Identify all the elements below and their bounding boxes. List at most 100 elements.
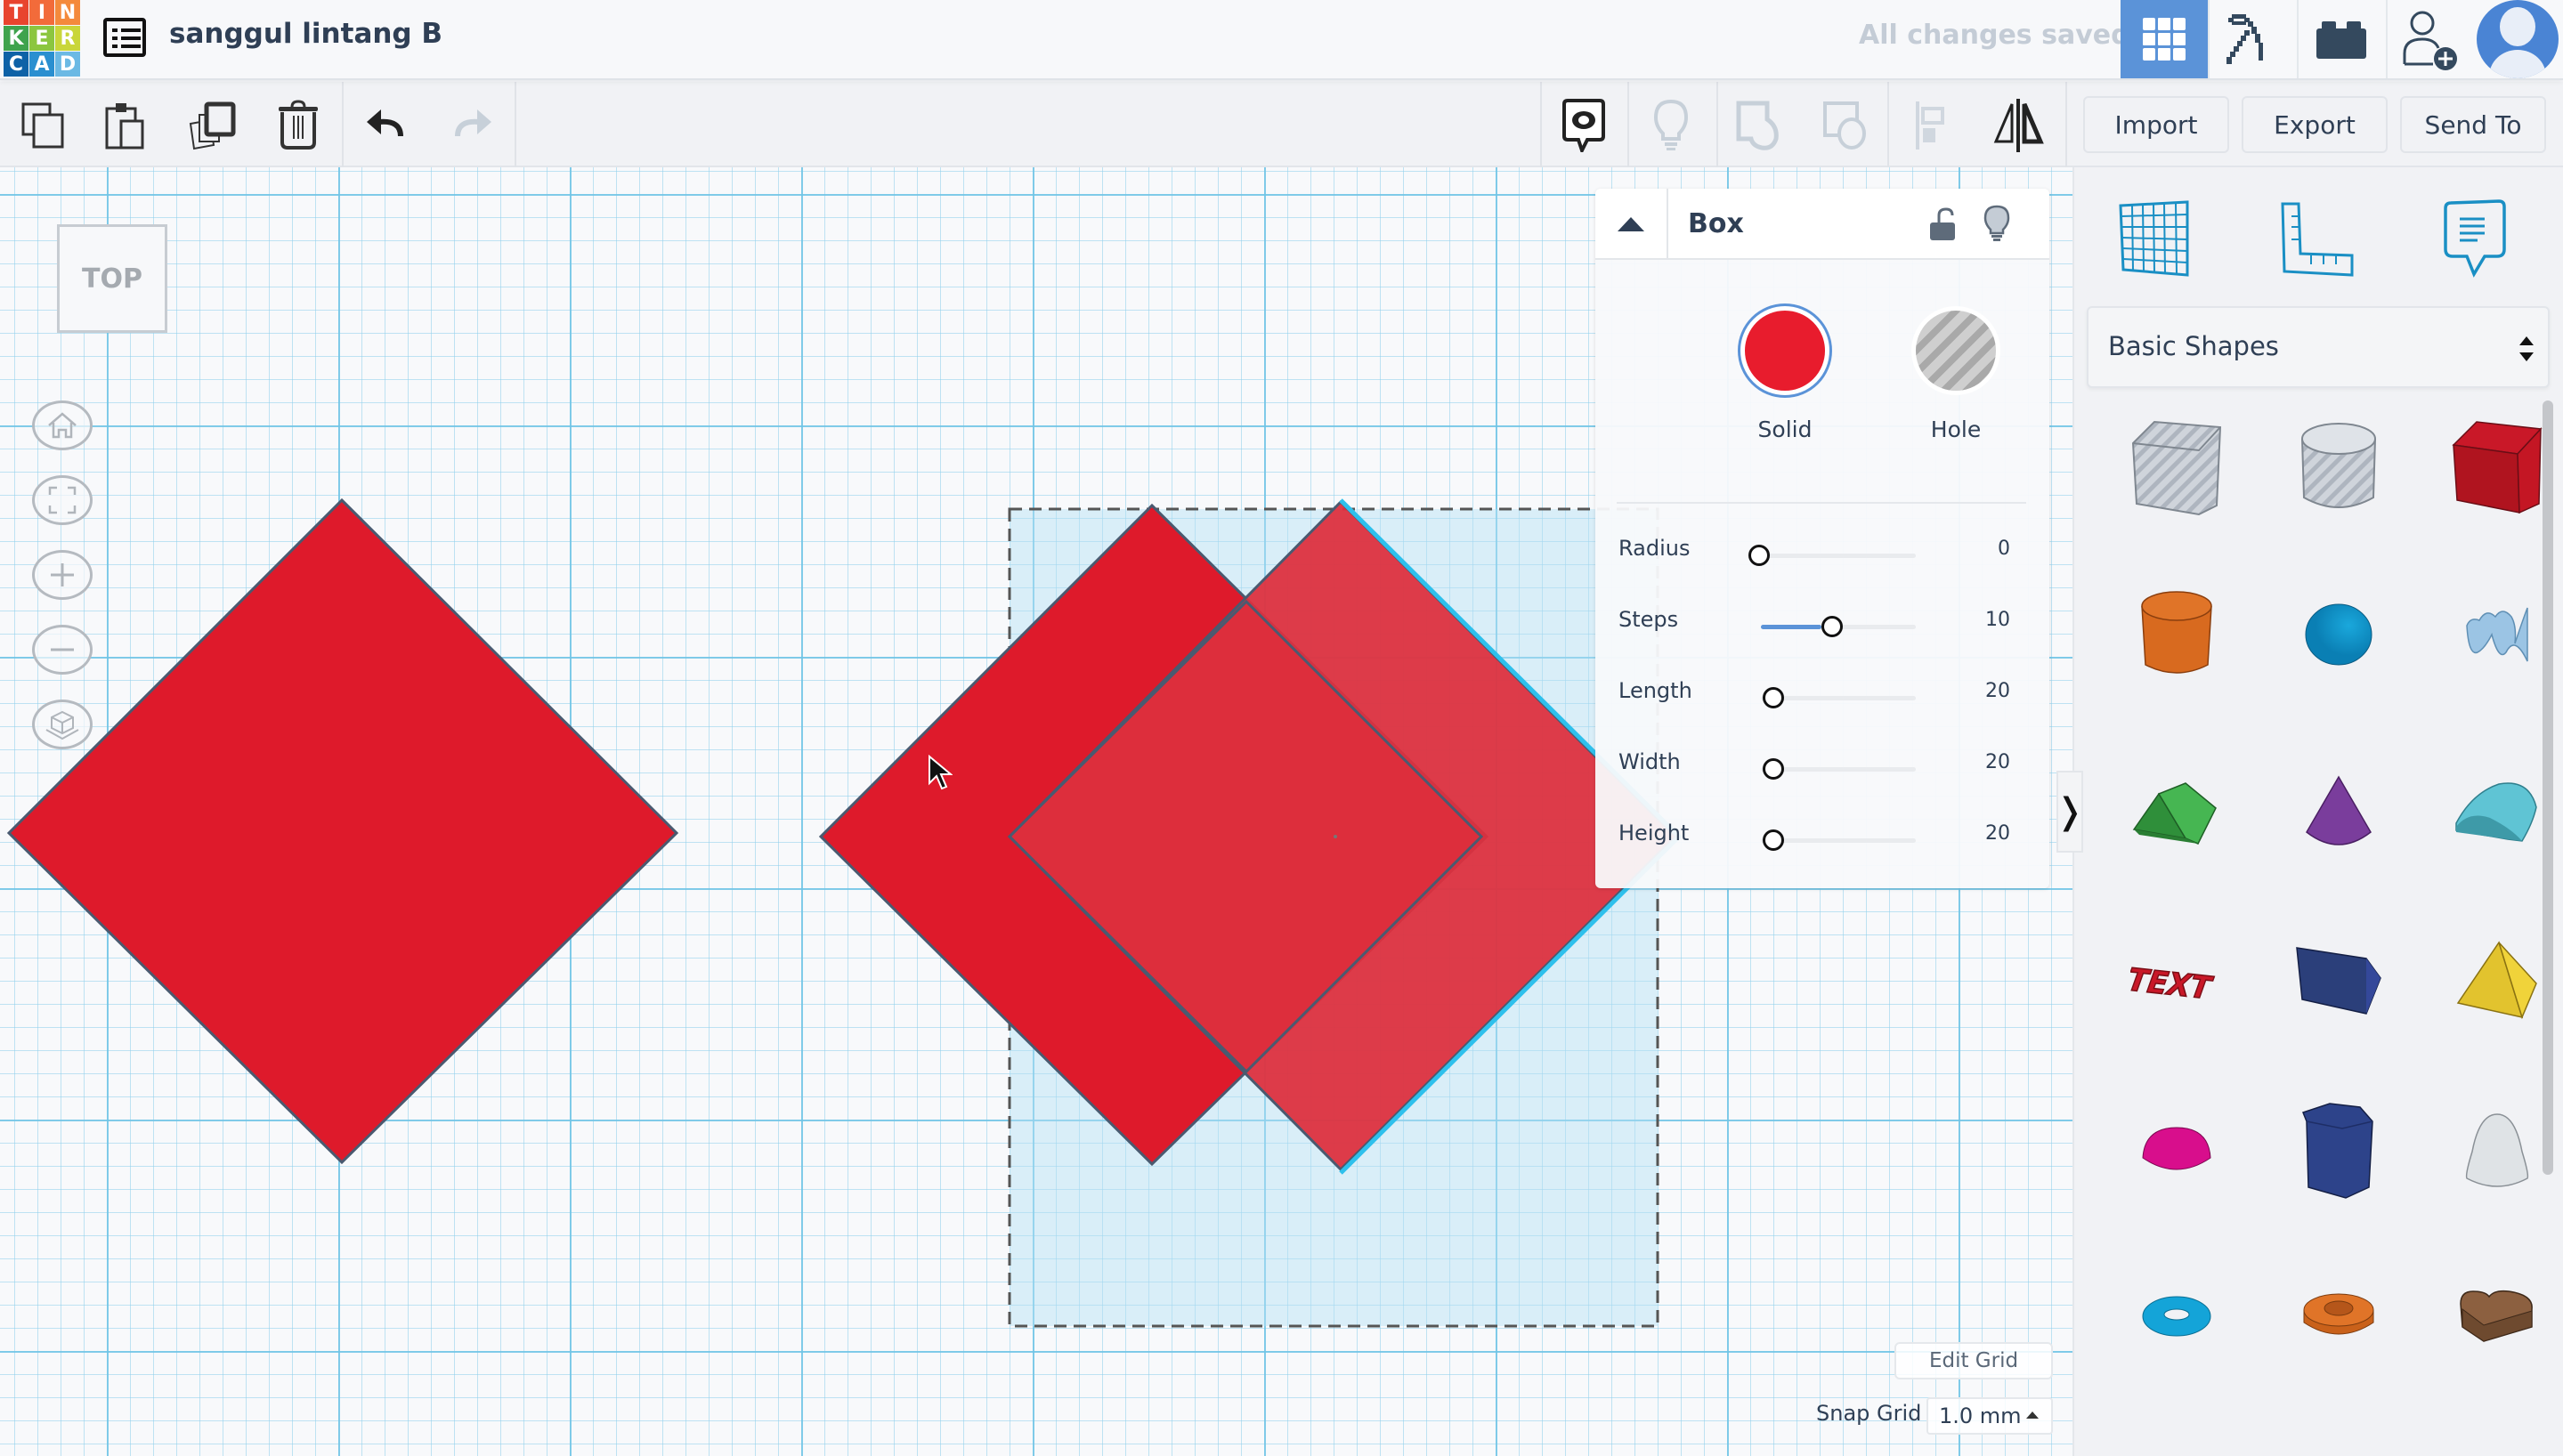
property-value[interactable]: 20 bbox=[1985, 680, 2010, 702]
align-button[interactable] bbox=[1902, 94, 1964, 157]
solid-option[interactable]: Solid bbox=[1736, 306, 1834, 442]
paste-button[interactable] bbox=[94, 94, 157, 157]
duplicate-button[interactable] bbox=[182, 94, 244, 157]
bricks-view-button[interactable] bbox=[2297, 0, 2384, 78]
3d-design-view-button[interactable] bbox=[2121, 0, 2208, 78]
toolbar-separator bbox=[342, 82, 344, 167]
shape-sphere[interactable] bbox=[2272, 568, 2405, 701]
logo-tile: K bbox=[4, 26, 28, 51]
shape-category-select[interactable]: Basic Shapes bbox=[2087, 306, 2550, 388]
note-bubble-icon bbox=[2444, 199, 2506, 278]
export-button[interactable]: Export bbox=[2242, 96, 2388, 153]
project-title[interactable]: sanggul lintang B bbox=[169, 18, 442, 50]
visibility-button[interactable] bbox=[1983, 205, 2010, 246]
shape-half-sphere[interactable] bbox=[2110, 1084, 2243, 1217]
codeblocks-view-button[interactable] bbox=[2208, 0, 2295, 78]
user-add-icon bbox=[2403, 11, 2457, 70]
solid-color-swatch[interactable] bbox=[1740, 306, 1829, 395]
workplane-tool[interactable] bbox=[2110, 194, 2199, 283]
group-button[interactable] bbox=[1727, 94, 1789, 157]
invite-user-button[interactable] bbox=[2386, 0, 2473, 78]
shape-text[interactable]: TEXT bbox=[2110, 915, 2243, 1048]
show-all-button[interactable] bbox=[1640, 94, 1702, 157]
toolbar-separator bbox=[1627, 82, 1629, 167]
property-height: Height 20 bbox=[1595, 810, 2049, 863]
box-shape-left[interactable] bbox=[6, 497, 679, 1165]
shape-polygon[interactable] bbox=[2272, 915, 2405, 1048]
design-list-button[interactable] bbox=[103, 18, 146, 57]
notes-tool[interactable] bbox=[2430, 194, 2519, 283]
perspective-toggle-button[interactable] bbox=[32, 700, 93, 749]
snap-grid-value: 1.0 mm bbox=[1939, 1403, 2022, 1428]
steps-slider-knob[interactable] bbox=[1821, 616, 1843, 637]
ruler-icon bbox=[2281, 202, 2354, 277]
shape-cylinder[interactable] bbox=[2110, 568, 2243, 701]
home-view-button[interactable] bbox=[32, 400, 93, 450]
logo-tile: C bbox=[4, 52, 28, 77]
zoom-out-button[interactable] bbox=[32, 625, 93, 675]
lock-button[interactable] bbox=[1928, 206, 1957, 246]
radius-slider-knob[interactable] bbox=[1748, 545, 1770, 566]
fit-view-button[interactable] bbox=[32, 475, 93, 525]
duplicate-icon bbox=[189, 101, 236, 150]
notes-button[interactable] bbox=[1553, 94, 1615, 157]
cone-icon bbox=[2306, 775, 2372, 845]
radius-slider[interactable] bbox=[1761, 554, 1916, 558]
property-value[interactable]: 20 bbox=[1985, 751, 2010, 773]
delete-button[interactable] bbox=[267, 94, 329, 157]
user-avatar[interactable] bbox=[2477, 0, 2559, 78]
zoom-in-button[interactable] bbox=[32, 550, 93, 600]
inspector-divider bbox=[1617, 502, 2026, 504]
import-button[interactable]: Import bbox=[2083, 96, 2229, 153]
shapes-scrollbar[interactable] bbox=[2543, 400, 2553, 1175]
shape-torus[interactable] bbox=[2110, 1250, 2243, 1383]
shape-tube[interactable] bbox=[2272, 1250, 2405, 1383]
view-cube[interactable]: TOP bbox=[57, 224, 167, 333]
redo-button[interactable] bbox=[440, 94, 502, 157]
property-length: Length 20 bbox=[1595, 667, 2049, 721]
solid-label: Solid bbox=[1757, 417, 1813, 442]
shape-category-value: Basic Shapes bbox=[2108, 331, 2279, 361]
torus-icon bbox=[2142, 1296, 2211, 1337]
hole-swatch[interactable] bbox=[1911, 306, 2000, 395]
box-hole-icon bbox=[2131, 420, 2222, 516]
inspector-header: Box bbox=[1595, 189, 2049, 260]
height-slider-knob[interactable] bbox=[1763, 829, 1784, 851]
width-slider-knob[interactable] bbox=[1763, 758, 1784, 780]
hole-option[interactable]: Hole bbox=[1907, 306, 2005, 442]
shape-roof[interactable] bbox=[2110, 746, 2243, 879]
copy-button[interactable] bbox=[12, 94, 75, 157]
shape-heart[interactable] bbox=[2430, 1250, 2563, 1383]
collapse-inspector-button[interactable] bbox=[1595, 189, 1668, 260]
mirror-button[interactable] bbox=[1987, 94, 2049, 157]
cylinder-icon bbox=[2141, 591, 2212, 674]
undo-button[interactable] bbox=[356, 94, 418, 157]
send-to-button[interactable]: Send To bbox=[2400, 96, 2546, 153]
undo-icon bbox=[367, 109, 403, 137]
shape-cylinder-hole[interactable] bbox=[2272, 400, 2405, 534]
toolbar-separator bbox=[515, 82, 516, 167]
collapse-sidebar-button[interactable]: ❭ bbox=[2055, 771, 2085, 853]
property-value[interactable]: 10 bbox=[1985, 609, 2010, 631]
edit-grid-button[interactable]: Edit Grid bbox=[1894, 1342, 2053, 1379]
property-value[interactable]: 20 bbox=[1985, 822, 2010, 845]
snap-grid-select[interactable]: 1.0 mm bbox=[1926, 1397, 2053, 1435]
logo-tile: I bbox=[29, 0, 54, 25]
property-value[interactable]: 0 bbox=[1998, 538, 2010, 560]
shape-cone[interactable] bbox=[2272, 746, 2405, 879]
length-slider[interactable] bbox=[1761, 696, 1916, 700]
property-width: Width 20 bbox=[1595, 739, 2049, 792]
shape-box-hole[interactable] bbox=[2110, 400, 2243, 534]
mouse-cursor bbox=[929, 755, 953, 790]
logo-tile: A bbox=[29, 52, 54, 77]
shape-inspector: Box Solid Hole Radius 0 Steps 10 Length … bbox=[1595, 189, 2049, 888]
slider-fill bbox=[1761, 625, 1821, 629]
ungroup-button[interactable] bbox=[1814, 94, 1877, 157]
property-label: Length bbox=[1618, 678, 1692, 703]
ruler-tool[interactable] bbox=[2272, 194, 2361, 283]
shape-hexagonal-prism[interactable] bbox=[2272, 1084, 2405, 1217]
tinkercad-logo[interactable]: TIN KER CAD bbox=[4, 0, 80, 77]
width-slider[interactable] bbox=[1761, 767, 1916, 772]
height-slider[interactable] bbox=[1761, 838, 1916, 843]
length-slider-knob[interactable] bbox=[1763, 687, 1784, 708]
